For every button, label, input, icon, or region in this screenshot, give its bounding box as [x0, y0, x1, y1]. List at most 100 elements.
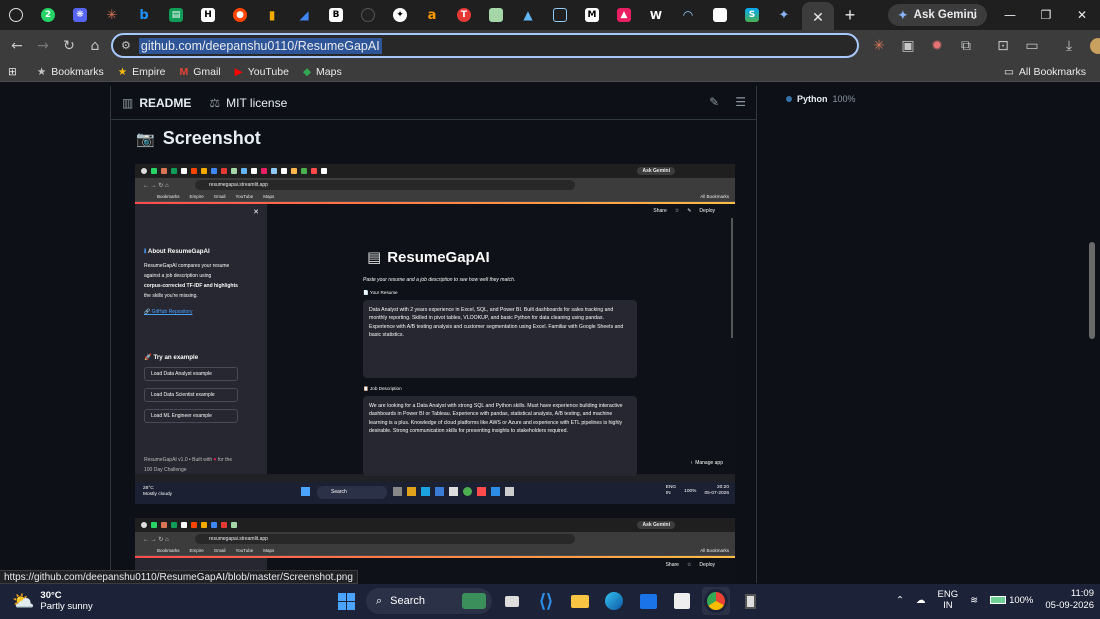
tab-bing[interactable]: b	[128, 0, 160, 30]
bookmark-bookmarks[interactable]: ★ Bookmarks	[37, 66, 104, 78]
gemini-icon: ✦	[898, 10, 908, 22]
edge-icon[interactable]	[600, 587, 628, 615]
tray-overflow-icon[interactable]: ⌃	[896, 595, 904, 606]
tab-chart[interactable]: ◢	[288, 0, 320, 30]
store-icon[interactable]	[668, 587, 696, 615]
tab-fav-17[interactable]: ▲	[512, 0, 544, 30]
site-info-icon[interactable]: ⚙	[121, 39, 131, 52]
bookmark-youtube[interactable]: ▶ YouTube	[235, 66, 289, 78]
taskbar-search[interactable]: ⌕ Search	[366, 588, 492, 614]
shot2-nav-icons: ← → ↻ ⌂	[143, 536, 169, 543]
shot-tab-icon	[281, 168, 287, 174]
shot-tab-icon	[161, 168, 167, 174]
all-bookmarks[interactable]: ▭ All Bookmarks	[1004, 66, 1086, 78]
tab-amazon[interactable]: a	[416, 0, 448, 30]
profile-avatar[interactable]	[1085, 33, 1100, 59]
shot-btn-ml-engineer: Load ML Engineer example	[144, 409, 238, 423]
tab-license[interactable]: ⚖ MIT license	[209, 96, 287, 110]
shot-star-icon: ☆	[674, 208, 680, 214]
tab-fav-19[interactable]: M	[576, 0, 608, 30]
shot-windows-icon	[301, 487, 310, 496]
tab-fav-23[interactable]	[704, 0, 736, 30]
home-icon[interactable]: ⌂	[82, 33, 108, 59]
language-python[interactable]: Python 100%	[786, 94, 1100, 104]
tab-fav-7[interactable]: H	[192, 0, 224, 30]
reload-icon[interactable]: ↻	[56, 33, 82, 59]
restore-icon[interactable]: ❐	[1028, 0, 1064, 30]
page-scrollbar[interactable]	[1084, 86, 1100, 583]
outlook-icon[interactable]	[634, 587, 662, 615]
readme-panel: ▥ README ⚖ MIT license ✎ ☰ 📷 Screenshot	[110, 86, 757, 583]
tab-search-icon[interactable]: ⊡	[990, 33, 1016, 59]
language-indicator[interactable]: ENG IN	[938, 589, 959, 611]
scrollbar-thumb[interactable]	[1089, 242, 1095, 339]
close-window-icon[interactable]: ✕	[1064, 0, 1100, 30]
back-icon[interactable]: ←	[4, 33, 30, 59]
app-icon	[361, 8, 375, 22]
tab-fav-16[interactable]	[480, 0, 512, 30]
app-icon-notepad[interactable]	[736, 587, 764, 615]
tab-analytics[interactable]: ▮	[256, 0, 288, 30]
task-view-icon[interactable]	[498, 587, 526, 615]
tab-fav-11[interactable]: B	[320, 0, 352, 30]
system-clock[interactable]: 11:09 05-09-2026	[1045, 588, 1094, 612]
address-bar[interactable]: ⚙ github.com/deepanshu0110/ResumeGapAI	[111, 33, 859, 58]
book-icon: ▥	[122, 95, 134, 110]
active-tab-close-icon[interactable]: ✕	[802, 2, 834, 32]
weather-widget[interactable]: ⛅ 30°C Partly sunny	[12, 590, 93, 612]
bookmark-maps[interactable]: ◆ Maps	[303, 66, 342, 78]
tab-fav-24[interactable]: S	[736, 0, 768, 30]
tab-sheets[interactable]: ▤	[160, 0, 192, 30]
tab-whatsapp[interactable]: 2	[32, 0, 64, 30]
vscode-icon[interactable]: ⟨⟩	[532, 587, 560, 615]
reading-list-icon[interactable]: ▭	[1019, 33, 1045, 59]
extension-icon[interactable]: ▣	[895, 33, 921, 59]
bookmark-gmail[interactable]: M Gmail	[179, 66, 220, 78]
shot-battery: 100%	[684, 488, 697, 494]
lang-text: IN	[943, 600, 953, 611]
tab-fav-12[interactable]	[352, 0, 384, 30]
star-icon: ★	[36, 65, 47, 78]
shot-app-icon	[407, 487, 416, 496]
forward-icon[interactable]: →	[30, 33, 56, 59]
shot2-deploy: Deploy	[699, 562, 715, 568]
cloud-icon[interactable]: ☁	[916, 595, 926, 606]
extension-icon-2[interactable]: ✹	[924, 33, 950, 59]
apps-grid-icon[interactable]: ⊞	[8, 66, 17, 78]
tab-fav-15[interactable]: T	[448, 0, 480, 30]
claude-extension-icon[interactable]: ✳	[866, 33, 892, 59]
shot-tab-icon	[181, 168, 187, 174]
tab-search-icon[interactable]: ⌄	[956, 0, 992, 30]
extensions-puzzle-icon[interactable]: ⧉	[953, 33, 979, 59]
bookmark-empire[interactable]: ★ Empire	[118, 66, 166, 78]
tab-readme[interactable]: ▥ README	[122, 96, 191, 110]
counter-icon: 2	[41, 8, 55, 22]
edit-pencil-icon[interactable]: ✎	[709, 95, 719, 109]
download-icon[interactable]: ⤓	[1056, 33, 1082, 59]
url-text[interactable]: github.com/deepanshu0110/ResumeGapAI	[138, 37, 382, 54]
tab-chatgpt[interactable]	[0, 0, 32, 30]
tab-claude[interactable]: ✳	[96, 0, 128, 30]
tab-fav-3[interactable]: ❋	[64, 0, 96, 30]
start-windows-icon[interactable]	[332, 587, 360, 615]
outline-list-icon[interactable]: ☰	[735, 95, 746, 109]
minimize-icon[interactable]: —	[992, 0, 1028, 30]
file-explorer-icon[interactable]	[566, 587, 594, 615]
tab-fav-18[interactable]	[544, 0, 576, 30]
chrome-icon[interactable]	[702, 587, 730, 615]
about-line: against a job description using	[144, 273, 212, 279]
screenshot-image[interactable]: Ask Gemini ← → ↻ ⌂ resumegapai.streamlit…	[135, 164, 735, 504]
tab-fav-13[interactable]: ✦	[384, 0, 416, 30]
new-tab-button[interactable]: +	[834, 0, 866, 30]
tab-gemini[interactable]: ✦	[768, 0, 800, 30]
tab-reddit[interactable]: ●	[224, 0, 256, 30]
shot-caption: Paste your resume and a job description …	[363, 277, 516, 283]
shot2-tab-icon	[221, 522, 227, 528]
tab-wikipedia[interactable]: W	[640, 0, 672, 30]
tab-fav-22[interactable]: ◠	[672, 0, 704, 30]
search-icon: ⌕	[376, 594, 383, 607]
battery-indicator[interactable]: 100%	[990, 595, 1033, 606]
tab-fav-20[interactable]: ▲	[608, 0, 640, 30]
wifi-icon[interactable]: ≋	[970, 595, 978, 606]
shot-tab-icon	[171, 168, 177, 174]
